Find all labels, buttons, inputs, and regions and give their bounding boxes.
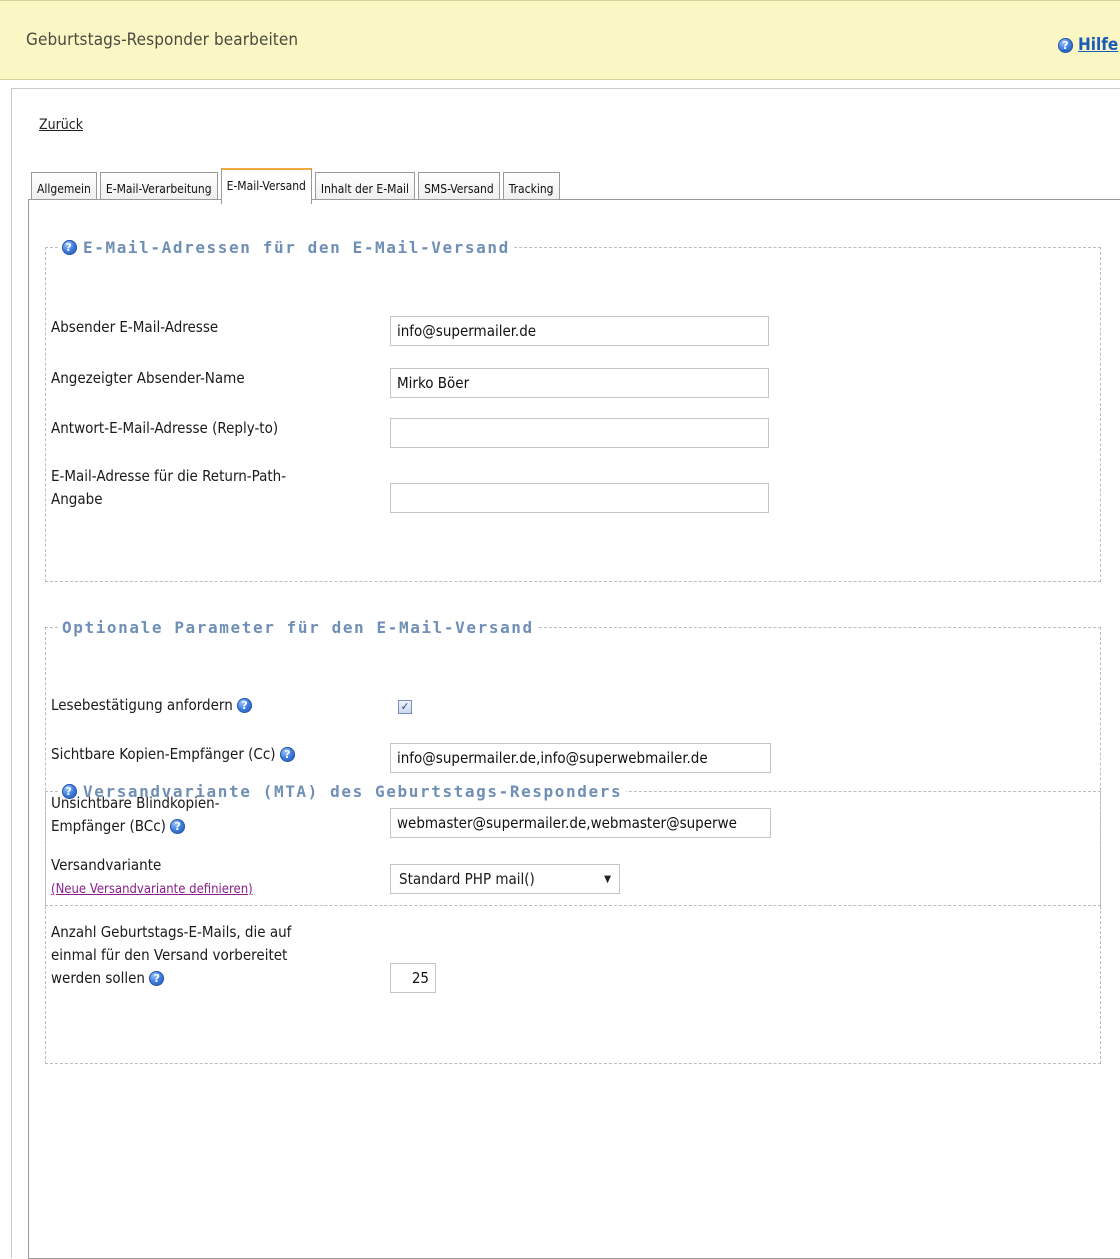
sender-name-label: Angezeigter Absender-Name <box>51 369 245 387</box>
read-receipt-label: Lesebestätigung anfordern ? <box>51 694 253 717</box>
cc-input[interactable]: info@supermailer.de,info@superwebmailer.… <box>390 743 771 773</box>
legend-text: E-Mail-Adressen für den E-Mail-Versand <box>83 238 510 257</box>
cc-label-text: Sichtbare Kopien-Empfänger (Cc) <box>51 745 276 763</box>
variant-label: Versandvariante (Neue Versandvariante de… <box>51 854 253 901</box>
count-label-line1: Anzahl Geburtstags-E-Mails, die auf <box>51 923 292 941</box>
section-optional-legend: Optionale Parameter für den E-Mail-Versa… <box>58 618 538 637</box>
variant-select[interactable]: Standard PHP mail() ▼ <box>390 864 620 894</box>
section-email-addresses: ? E-Mail-Adressen für den E-Mail-Versand… <box>45 238 1101 582</box>
return-path-label-line1: E-Mail-Adresse für die Return-Path- <box>51 467 287 485</box>
tab-email-versand[interactable]: E-Mail-Versand <box>220 168 312 204</box>
new-variant-link[interactable]: (Neue Versandvariante definieren) <box>51 882 253 897</box>
read-receipt-label-text: Lesebestätigung anfordern <box>51 696 233 714</box>
count-input[interactable]: 25 <box>390 963 436 993</box>
sender-email-input[interactable]: info@supermailer.de <box>390 316 769 346</box>
read-receipt-checkbox[interactable]: ✓ <box>398 700 412 714</box>
return-path-input[interactable] <box>390 483 769 513</box>
sender-name-input[interactable]: Mirko Böer <box>390 368 769 398</box>
page-title: Geburtstags-Responder bearbeiten <box>26 30 299 50</box>
section-mta: ? Versandvariante (MTA) des Geburtstags-… <box>45 782 1101 1064</box>
count-label: Anzahl Geburtstags-E-Mails, die auf einm… <box>51 921 291 990</box>
variant-label-text: Versandvariante <box>51 856 162 874</box>
help-icon[interactable]: ? <box>62 240 77 255</box>
help-icon[interactable]: ? <box>149 971 165 986</box>
section-mta-legend: ? Versandvariante (MTA) des Geburtstags-… <box>58 782 626 801</box>
legend-text: Versandvariante (MTA) des Geburtstags-Re… <box>83 782 623 801</box>
help-icon[interactable]: ? <box>62 784 77 799</box>
reply-to-input[interactable] <box>390 418 769 448</box>
reply-to-label: Antwort-E-Mail-Adresse (Reply-to) <box>51 419 279 437</box>
help-icon[interactable]: ? <box>279 747 295 762</box>
count-label-line3: werden sollen <box>51 969 145 987</box>
section-email-addresses-legend: ? E-Mail-Adressen für den E-Mail-Versand <box>58 238 514 257</box>
header-bar: Geburtstags-Responder bearbeiten ? Hilfe <box>0 0 1120 80</box>
help-icon[interactable]: ? <box>237 698 253 713</box>
chevron-down-icon: ▼ <box>604 873 611 885</box>
help-icon: ? <box>1058 37 1073 53</box>
sender-email-label: Absender E-Mail-Adresse <box>51 318 219 336</box>
help-link[interactable]: ? Hilfe <box>1058 35 1118 55</box>
variant-select-value: Standard PHP mail() <box>399 870 535 888</box>
return-path-label-line2: Angabe <box>51 490 103 508</box>
return-path-label: E-Mail-Adresse für die Return-Path- Anga… <box>51 465 286 511</box>
help-label: Hilfe <box>1078 35 1119 55</box>
back-link[interactable]: Zurück <box>39 117 83 133</box>
cc-label: Sichtbare Kopien-Empfänger (Cc) ? <box>51 743 295 766</box>
count-label-line2: einmal für den Versand vorbereitet <box>51 946 288 964</box>
legend-text: Optionale Parameter für den E-Mail-Versa… <box>62 618 534 637</box>
